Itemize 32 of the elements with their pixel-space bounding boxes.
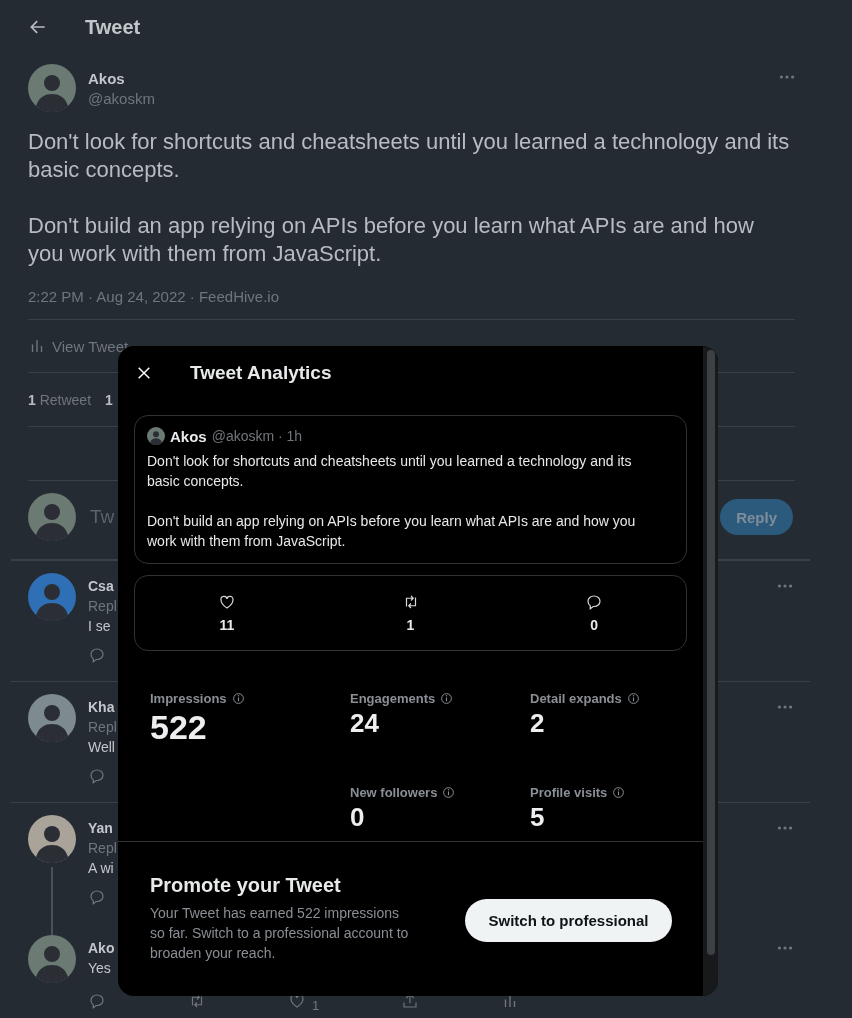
reply-text: A wi [88,859,114,878]
replying-to: Repl [88,718,117,737]
tweet-text: Don't build an app relying on APIs before you learn what APIs are and how you work with them from JavaScript. [28,212,755,268]
tweet-text: Don't build an app relying on APIs before you learn what APIs are and how you work with them from JavaScript. [147,512,637,551]
metric-value: 0 [350,802,366,833]
promote-title: Promote your Tweet [150,874,342,897]
metric-value: 5 [530,802,546,833]
metric-value: 24 [350,708,380,739]
author-handle: @akoskm · 1h [211,428,303,444]
replying-to: Repl [88,839,117,858]
metric-label: Detail expands [530,691,622,706]
page-title: Tweet [85,15,141,39]
metric-label: Engagements [350,691,436,706]
engagement-count: 11 [219,617,235,633]
replying-to: Repl [88,597,117,616]
tweet-text: Don't look for shortcuts and cheatsheets until you learned a technology and its basic concepts. [147,452,633,491]
reply-text: I se [88,617,111,636]
engagement-count: 1 [406,617,415,633]
metric-label: Profile visits [530,785,608,800]
tweet-text: Don't look for shortcuts and cheatsheets until you learned a technology and its basic concepts. [28,128,791,184]
reply-text: Well [88,738,115,757]
tweet-timestamp: 2:22 PM · Aug 24, 2022 · FeedHive.io [28,288,795,320]
metric-value: 2 [530,708,546,739]
metric-label: New followers [350,785,438,800]
metric-value: 522 [150,708,208,747]
dialog-title: Tweet Analytics [190,361,332,384]
reply-text: Yes [88,959,111,978]
metric-label: Impressions [150,691,227,706]
promote-text: Your Tweet has earned 522 impressions so far. Switch to a professional account to broaden your reach. [150,904,410,963]
author-name: Akos [170,427,207,445]
like-count: 1 [312,998,320,1013]
engagement-count: 0 [590,617,599,633]
